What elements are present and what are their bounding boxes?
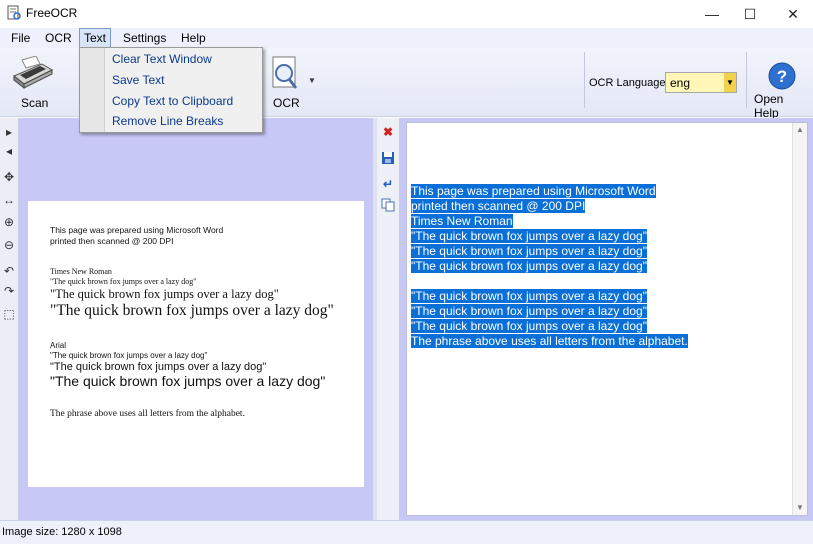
doc-line: "The quick brown fox jumps over a lazy d… bbox=[50, 361, 267, 373]
scan-button[interactable]: Scan bbox=[4, 52, 62, 112]
ocr-text-line: "The quick brown fox jumps over a lazy d… bbox=[411, 229, 647, 243]
doc-line: Times New Roman bbox=[50, 267, 112, 276]
menu-text[interactable]: Text bbox=[79, 28, 112, 48]
vertical-scrollbar[interactable]: ▲ ▼ bbox=[792, 123, 807, 515]
maximize-button[interactable]: ☐ bbox=[732, 0, 768, 28]
image-size-status: Image size: 1280 x 1098 bbox=[2, 526, 122, 538]
ocr-text-line: This page was prepared using Microsoft W… bbox=[411, 184, 656, 198]
ocr-text-line: printed then scanned @ 200 DPI bbox=[411, 199, 586, 213]
ocr-language-label: OCR Language: bbox=[589, 77, 669, 89]
ocr-text-line: "The quick brown fox jumps over a lazy d… bbox=[411, 304, 647, 318]
doc-line: This page was prepared using Microsoft W… bbox=[50, 225, 224, 235]
ocr-text-line: Times New Roman bbox=[411, 214, 513, 228]
scan-label: Scan bbox=[21, 96, 49, 110]
toolbar-divider bbox=[746, 52, 747, 108]
window-title: FreeOCR bbox=[26, 6, 78, 20]
move-icon[interactable]: ✥ bbox=[1, 169, 17, 185]
copy-icon[interactable] bbox=[380, 197, 396, 213]
menu-help[interactable]: Help bbox=[177, 28, 210, 48]
ocr-text-line: "The quick brown fox jumps over a lazy d… bbox=[411, 259, 647, 273]
ocr-text-area[interactable]: This page was prepared using Microsoft W… bbox=[406, 122, 808, 516]
ocr-text-line: "The quick brown fox jumps over a lazy d… bbox=[411, 289, 647, 303]
ocr-label: OCR bbox=[273, 96, 300, 110]
app-icon bbox=[7, 5, 21, 20]
doc-line: printed then scanned @ 200 DPI bbox=[50, 236, 174, 246]
minimize-button[interactable]: — bbox=[694, 0, 730, 28]
scanner-icon bbox=[13, 56, 54, 90]
ocr-button[interactable]: ▼ OCR bbox=[270, 52, 318, 112]
scroll-up-icon[interactable]: ▲ bbox=[796, 125, 804, 134]
doc-line: "The quick brown fox jumps over a lazy d… bbox=[50, 351, 208, 360]
menu-icon-gutter bbox=[80, 48, 105, 132]
scanned-document-image: This page was prepared using Microsoft W… bbox=[28, 201, 364, 487]
menu-item-save-text[interactable]: Save Text bbox=[112, 70, 164, 90]
title-bar bbox=[0, 0, 813, 28]
doc-line: "The quick brown fox jumps over a lazy d… bbox=[50, 302, 334, 319]
svg-text:?: ? bbox=[777, 67, 787, 86]
ocr-text-line: "The quick brown fox jumps over a lazy d… bbox=[411, 244, 647, 258]
menu-settings[interactable]: Settings bbox=[119, 28, 170, 48]
ocr-language-value: eng bbox=[670, 76, 691, 90]
open-help-button[interactable]: ? Open Help bbox=[752, 60, 810, 120]
status-bar: Image size: 1280 x 1098 bbox=[0, 520, 813, 544]
fit-width-icon[interactable]: ↔ bbox=[1, 192, 17, 208]
enter-icon[interactable]: ↵ bbox=[380, 176, 396, 192]
toolbar-divider bbox=[584, 52, 585, 108]
rotate-right-icon[interactable]: ↷ bbox=[1, 283, 17, 299]
ocr-text-line: "The quick brown fox jumps over a lazy d… bbox=[411, 319, 647, 333]
ocr-magnifier-icon bbox=[272, 56, 298, 89]
open-help-label: Open Help bbox=[754, 92, 784, 120]
ocr-dropdown-arrow-icon[interactable]: ▼ bbox=[308, 76, 316, 85]
menu-item-copy-text-to-clipboard[interactable]: Copy Text to Clipboard bbox=[112, 91, 233, 111]
arrow-right-icon[interactable]: ▸ bbox=[1, 124, 17, 140]
menu-ocr[interactable]: OCR bbox=[41, 28, 76, 48]
save-icon[interactable] bbox=[380, 150, 396, 166]
chevron-down-icon[interactable]: ▼ bbox=[724, 73, 736, 92]
zoom-in-icon[interactable]: ⊕ bbox=[1, 214, 17, 230]
doc-line: Arial bbox=[50, 341, 67, 350]
zoom-out-icon[interactable]: ⊖ bbox=[1, 237, 17, 253]
delete-icon[interactable]: ✖ bbox=[380, 124, 396, 140]
doc-line: "The quick brown fox jumps over a lazy d… bbox=[50, 277, 197, 286]
arrow-left-icon[interactable]: ◂ bbox=[1, 143, 17, 159]
text-menu-dropdown: Clear Text Window Save Text Copy Text to… bbox=[79, 47, 263, 133]
rotate-left-icon[interactable]: ↶ bbox=[1, 263, 17, 279]
doc-line: "The quick brown fox jumps over a lazy d… bbox=[50, 373, 326, 389]
menu-file[interactable]: File bbox=[7, 28, 34, 48]
ocr-language-select[interactable]: eng ▼ bbox=[665, 72, 737, 93]
ocr-text-line: The phrase above uses all letters from t… bbox=[411, 334, 688, 348]
doc-line: The phrase above uses all letters from t… bbox=[50, 409, 245, 419]
scroll-down-icon[interactable]: ▼ bbox=[796, 503, 804, 512]
help-icon: ? bbox=[768, 62, 796, 90]
doc-line: "The quick brown fox jumps over a lazy d… bbox=[50, 287, 279, 301]
select-rect-icon[interactable]: ⬚ bbox=[1, 306, 17, 322]
menu-item-clear-text-window[interactable]: Clear Text Window bbox=[112, 49, 212, 69]
close-button[interactable]: ✕ bbox=[775, 0, 811, 28]
menu-item-remove-line-breaks[interactable]: Remove Line Breaks bbox=[112, 111, 223, 131]
